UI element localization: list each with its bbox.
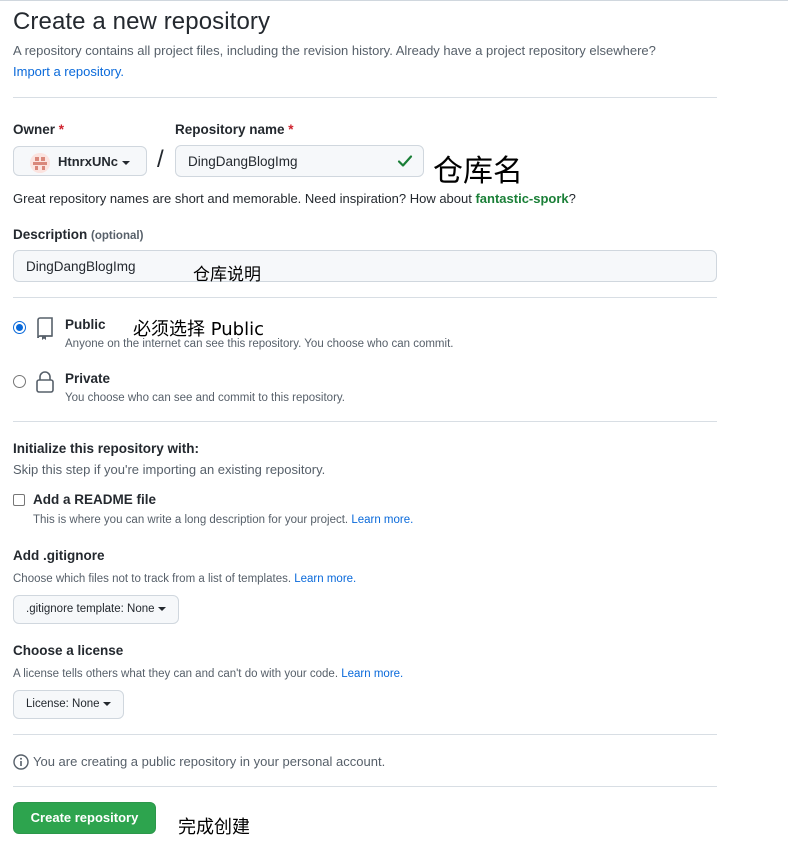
repo-name-label-text: Repository name (175, 122, 285, 137)
gitignore-template-select[interactable]: .gitignore template: None (13, 595, 179, 624)
gitignore-button-prefix: .gitignore template: (26, 603, 124, 615)
caret-down-icon (157, 606, 166, 611)
license-desc: A license tells others what they can and… (13, 668, 403, 680)
readme-checkbox[interactable] (13, 494, 25, 506)
initialize-title: Initialize this repository with: (13, 441, 200, 456)
readme-desc: This is where you can write a long descr… (33, 514, 413, 526)
avatar (30, 153, 50, 173)
gitignore-desc-text: Choose which files not to track from a l… (13, 573, 292, 585)
public-radio[interactable] (13, 321, 26, 334)
owner-label-text: Owner (13, 122, 56, 137)
license-select[interactable]: License: None (13, 690, 124, 719)
divider (13, 297, 717, 298)
required-mark: * (288, 122, 294, 137)
license-button-prefix: License: (26, 698, 69, 710)
required-mark: * (58, 122, 65, 137)
hint-suffix: ? (568, 191, 576, 206)
annotation-public: 必须选择 Public (133, 319, 264, 340)
optional-tag: (optional) (91, 230, 144, 242)
repo-name-value: DingDangBlogImg (188, 154, 298, 169)
description-value: DingDangBlogImg (26, 259, 136, 274)
caret-down-icon (102, 701, 111, 706)
gitignore-learn-more-link[interactable]: Learn more. (294, 573, 356, 585)
owner-value: HtnrxUNc (58, 154, 130, 169)
license-desc-text: A license tells others what they can and… (13, 668, 339, 680)
annotation-description: 仓库说明 (193, 265, 261, 285)
license-title: Choose a license (13, 643, 124, 658)
annotation-repo-name: 仓库名 (433, 154, 523, 189)
public-title: Public (65, 317, 106, 332)
owner-name-text: HtnrxUNc (58, 154, 118, 169)
public-notice: You are creating a public repository in … (33, 754, 386, 769)
license-learn-more-link[interactable]: Learn more. (341, 668, 403, 680)
repo-name-input[interactable]: DingDangBlogImg (175, 145, 424, 177)
license-button-value: None (72, 698, 100, 710)
description-input[interactable]: DingDangBlogImg (13, 250, 717, 282)
caret-down-icon (121, 160, 130, 165)
gitignore-button-value: None (127, 603, 155, 615)
hint-text: Great repository names are short and mem… (13, 191, 476, 206)
gitignore-desc: Choose which files not to track from a l… (13, 573, 356, 585)
check-icon (397, 155, 413, 167)
create-repository-button[interactable]: Create repository (13, 802, 156, 834)
page-subtitle: A repository contains all project files,… (13, 40, 717, 82)
readme-desc-text: This is where you can write a long descr… (33, 514, 349, 526)
repo-icon (37, 317, 53, 340)
lock-icon (36, 371, 54, 393)
private-desc: You choose who can see and commit to thi… (65, 392, 345, 404)
repo-name-hint: Great repository names are short and mem… (13, 191, 576, 206)
import-repository-link[interactable]: Import a repository. (13, 64, 124, 79)
private-radio[interactable] (13, 375, 26, 388)
page-title: Create a new repository (13, 8, 271, 35)
divider (13, 734, 717, 735)
readme-learn-more-link[interactable]: Learn more. (351, 514, 413, 526)
description-label-text: Description (13, 227, 88, 242)
description-label: Description (optional) (13, 227, 143, 242)
initialize-subtitle: Skip this step if you're importing an ex… (13, 462, 326, 477)
private-title: Private (65, 371, 111, 386)
info-icon (13, 754, 29, 770)
readme-label[interactable]: Add a README file (33, 492, 156, 507)
gitignore-title: Add .gitignore (13, 548, 105, 563)
divider (13, 97, 717, 98)
name-suggestion-link[interactable]: fantastic-spork (475, 191, 568, 206)
annotation-create: 完成创建 (178, 817, 250, 838)
divider (13, 786, 717, 787)
divider (13, 421, 717, 422)
repo-name-label: Repository name * (175, 122, 294, 137)
owner-select[interactable]: HtnrxUNc (13, 146, 147, 176)
top-border (0, 0, 788, 1)
owner-repo-separator: / (157, 146, 164, 173)
subtitle-text: A repository contains all project files,… (13, 43, 656, 58)
owner-label: Owner * (13, 122, 64, 137)
